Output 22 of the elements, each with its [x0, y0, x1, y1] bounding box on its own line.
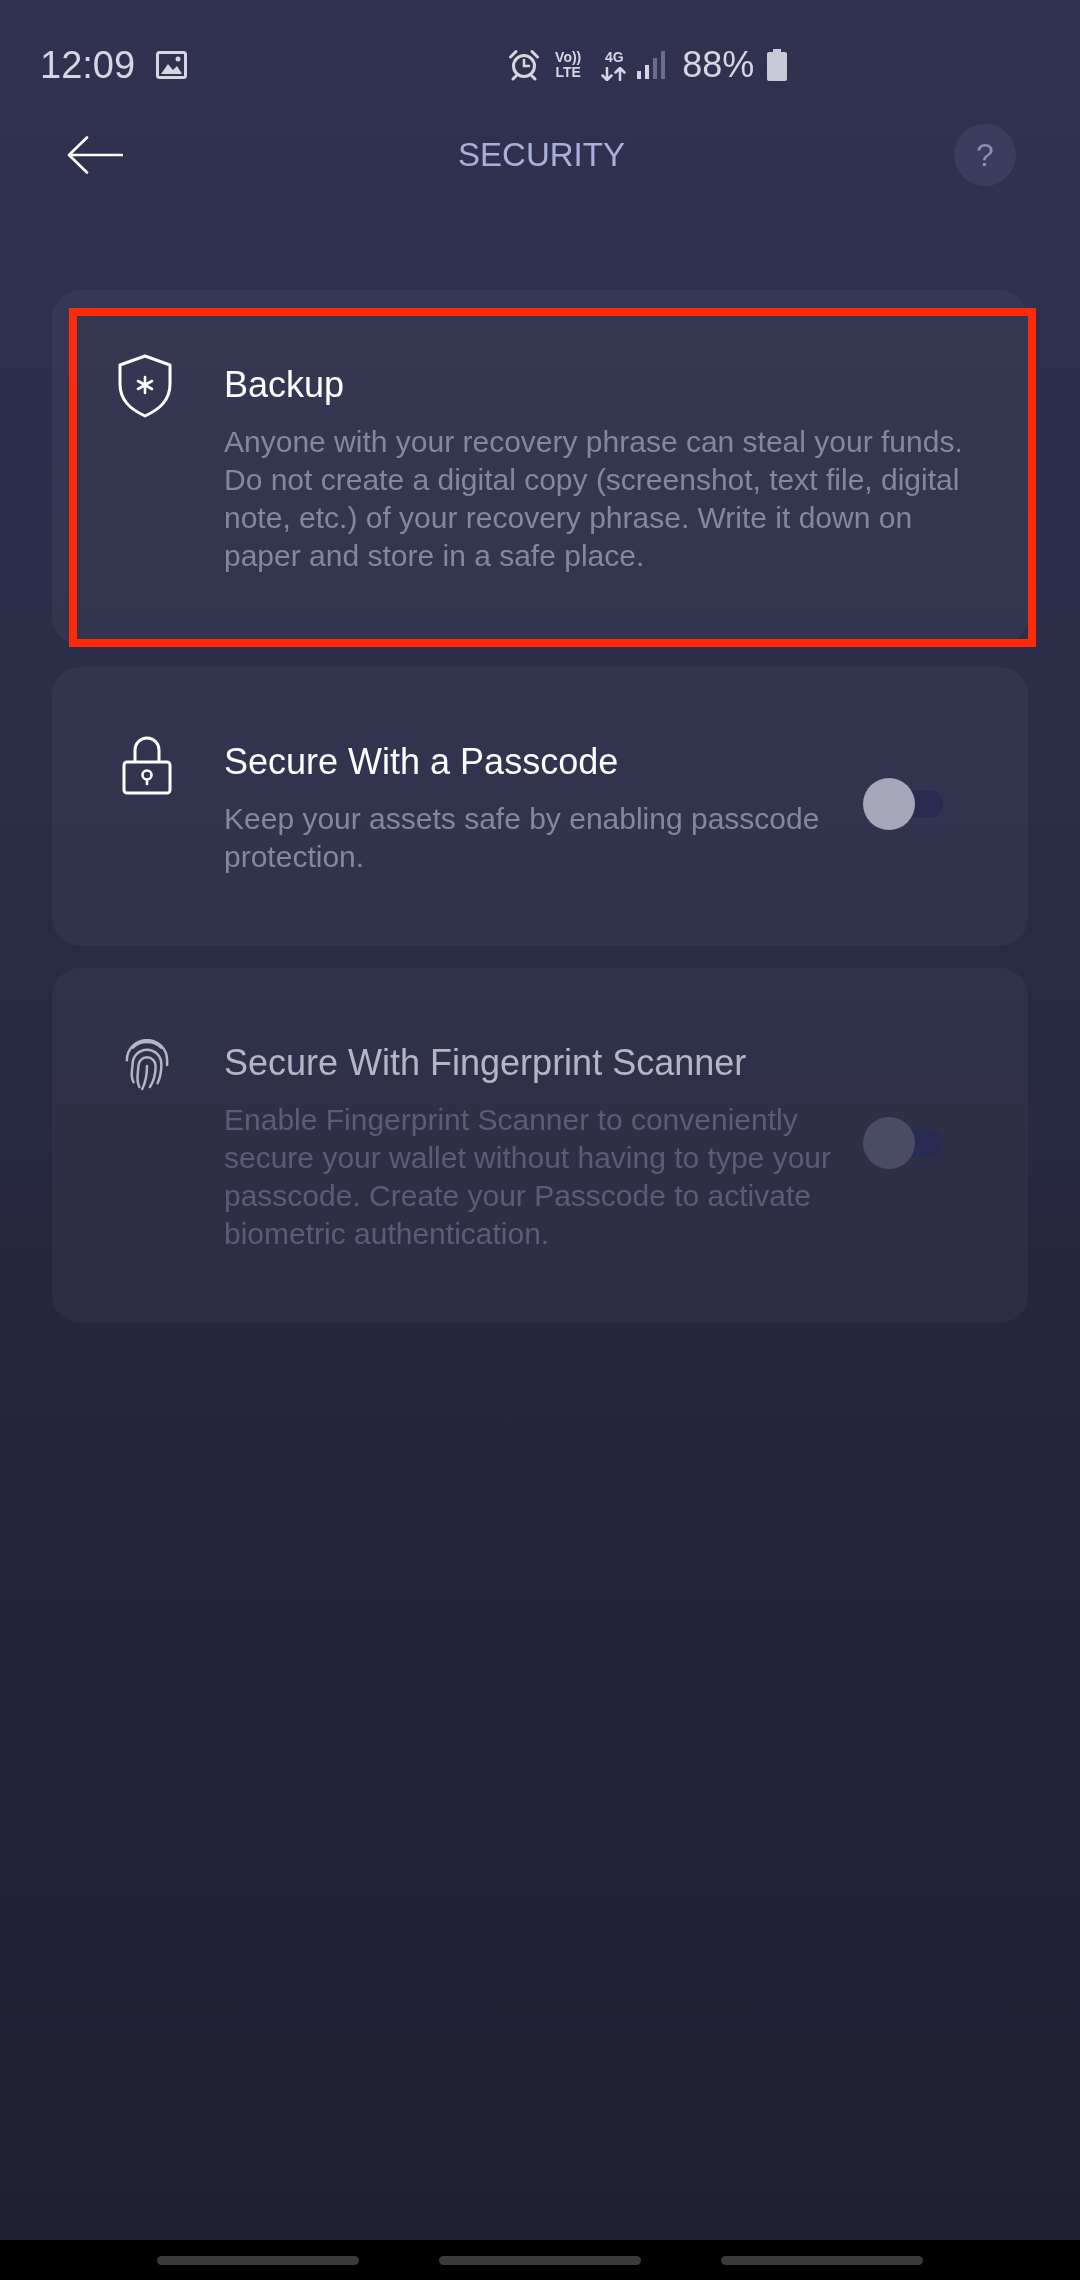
- page-title: SECURITY: [458, 136, 625, 174]
- setting-title: Backup: [224, 363, 346, 407]
- shield-asterisk-icon: [118, 354, 172, 418]
- toggle-switch[interactable]: [863, 777, 943, 830]
- signal-icon: [636, 51, 667, 79]
- setting-description: Keep your assets safe by enabling passcode protection.: [224, 801, 821, 875]
- volte-indicator: Vo)) LTE: [555, 50, 582, 80]
- fingerprint-icon: [124, 1039, 170, 1091]
- image-icon: [156, 51, 188, 79]
- status-time: 12:09: [40, 46, 136, 84]
- back-button[interactable]: [67, 136, 123, 174]
- setting-card[interactable]: Secure With a Passcode Keep your assets safe by enabling passcode protection.: [52, 667, 1028, 946]
- setting-title: Secure With Fingerprint Scanner: [224, 1041, 748, 1085]
- back-arrow-icon: [67, 136, 123, 174]
- help-button[interactable]: ?: [954, 124, 1016, 186]
- network-type: 4G: [604, 49, 624, 65]
- setting-title: Secure With a Passcode: [224, 740, 620, 784]
- padlock-icon: [122, 735, 172, 795]
- alarm-icon: [508, 49, 541, 81]
- battery-percent: 88%: [682, 47, 755, 83]
- setting-description: Anyone with your recovery phrase can steal your funds. Do not create a digital copy (screenshot, text file, digital note, etc.) of your recovery phrase. Write it down on paper and store in a safe place.: [224, 424, 964, 574]
- battery-icon: [766, 49, 789, 81]
